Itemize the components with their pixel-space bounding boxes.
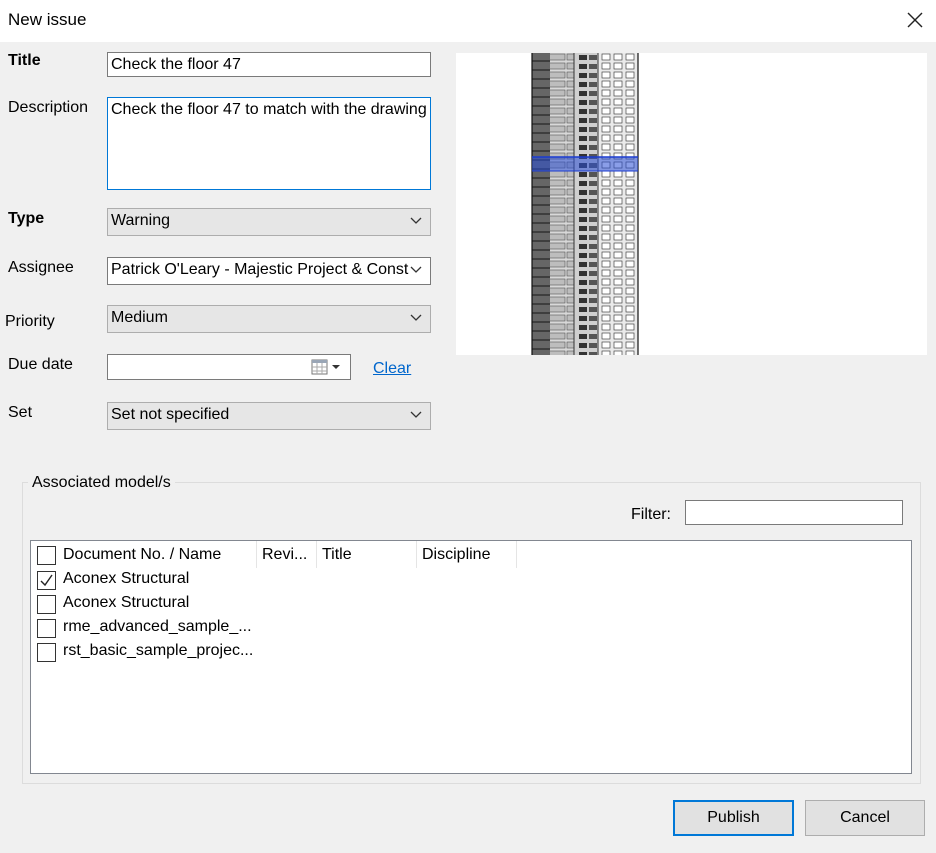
column-header-name[interactable]: Document No. / Name xyxy=(58,541,257,568)
due-date-label: Due date xyxy=(8,356,73,373)
title-input[interactable]: Check the floor 47 xyxy=(107,52,431,77)
building-model-image xyxy=(531,53,639,355)
set-value: Set not specified xyxy=(111,406,230,423)
calendar-icon[interactable] xyxy=(311,359,347,375)
check-icon xyxy=(40,574,53,587)
set-dropdown[interactable]: Set not specified xyxy=(107,402,431,430)
row-checkbox[interactable] xyxy=(37,643,56,662)
chevron-down-icon xyxy=(410,266,422,273)
title-bar: New issue xyxy=(0,0,936,42)
table-row[interactable]: rst_basic_sample_projec... xyxy=(31,641,911,665)
chevron-down-icon xyxy=(410,411,422,418)
due-date-input[interactable] xyxy=(107,354,351,380)
type-dropdown[interactable]: Warning xyxy=(107,208,431,236)
column-header-discipline[interactable]: Discipline xyxy=(417,541,517,568)
model-preview[interactable] xyxy=(456,53,927,355)
window-title: New issue xyxy=(8,10,87,29)
row-checkbox[interactable] xyxy=(37,571,56,590)
description-textarea[interactable]: Check the floor 47 to match with the dra… xyxy=(107,97,431,190)
type-label: Type xyxy=(8,210,45,227)
column-header-title[interactable]: Title xyxy=(317,541,417,568)
clear-date-link[interactable]: Clear xyxy=(373,360,411,378)
type-value: Warning xyxy=(111,212,170,229)
row-checkbox[interactable] xyxy=(37,619,56,638)
cancel-button[interactable]: Cancel xyxy=(805,800,925,836)
description-label: Description xyxy=(8,99,89,116)
column-header-revision[interactable]: Revi... xyxy=(257,541,317,568)
close-icon[interactable] xyxy=(904,9,926,31)
table-row[interactable]: Aconex Structural xyxy=(31,569,911,593)
publish-button[interactable]: Publish xyxy=(673,800,794,836)
associated-models-label: Associated model/s xyxy=(28,474,175,492)
priority-value: Medium xyxy=(111,309,168,326)
row-checkbox[interactable] xyxy=(37,595,56,614)
title-label: Title xyxy=(8,52,41,69)
chevron-down-icon xyxy=(410,217,422,224)
table-row[interactable]: rme_advanced_sample_... xyxy=(31,617,911,641)
row-name: rst_basic_sample_projec... xyxy=(63,642,254,659)
row-name: Aconex Structural xyxy=(63,570,190,587)
filter-input[interactable] xyxy=(685,500,903,525)
table-row[interactable]: Aconex Structural xyxy=(31,593,911,617)
assignee-label: Assignee xyxy=(8,259,74,276)
priority-dropdown[interactable]: Medium xyxy=(107,305,431,333)
priority-label: Priority xyxy=(5,313,55,330)
assignee-dropdown[interactable]: Patrick O'Leary - Majestic Project & Con… xyxy=(107,257,431,285)
select-all-checkbox[interactable] xyxy=(37,546,56,565)
assignee-value: Patrick O'Leary - Majestic Project & Con… xyxy=(111,261,409,278)
row-name: Aconex Structural xyxy=(63,594,190,611)
models-list[interactable]: Document No. / Name Revi... Title Discip… xyxy=(30,540,912,774)
row-name: rme_advanced_sample_... xyxy=(63,618,252,635)
filter-label: Filter: xyxy=(631,506,671,523)
set-label: Set xyxy=(8,404,33,421)
chevron-down-icon xyxy=(410,314,422,321)
